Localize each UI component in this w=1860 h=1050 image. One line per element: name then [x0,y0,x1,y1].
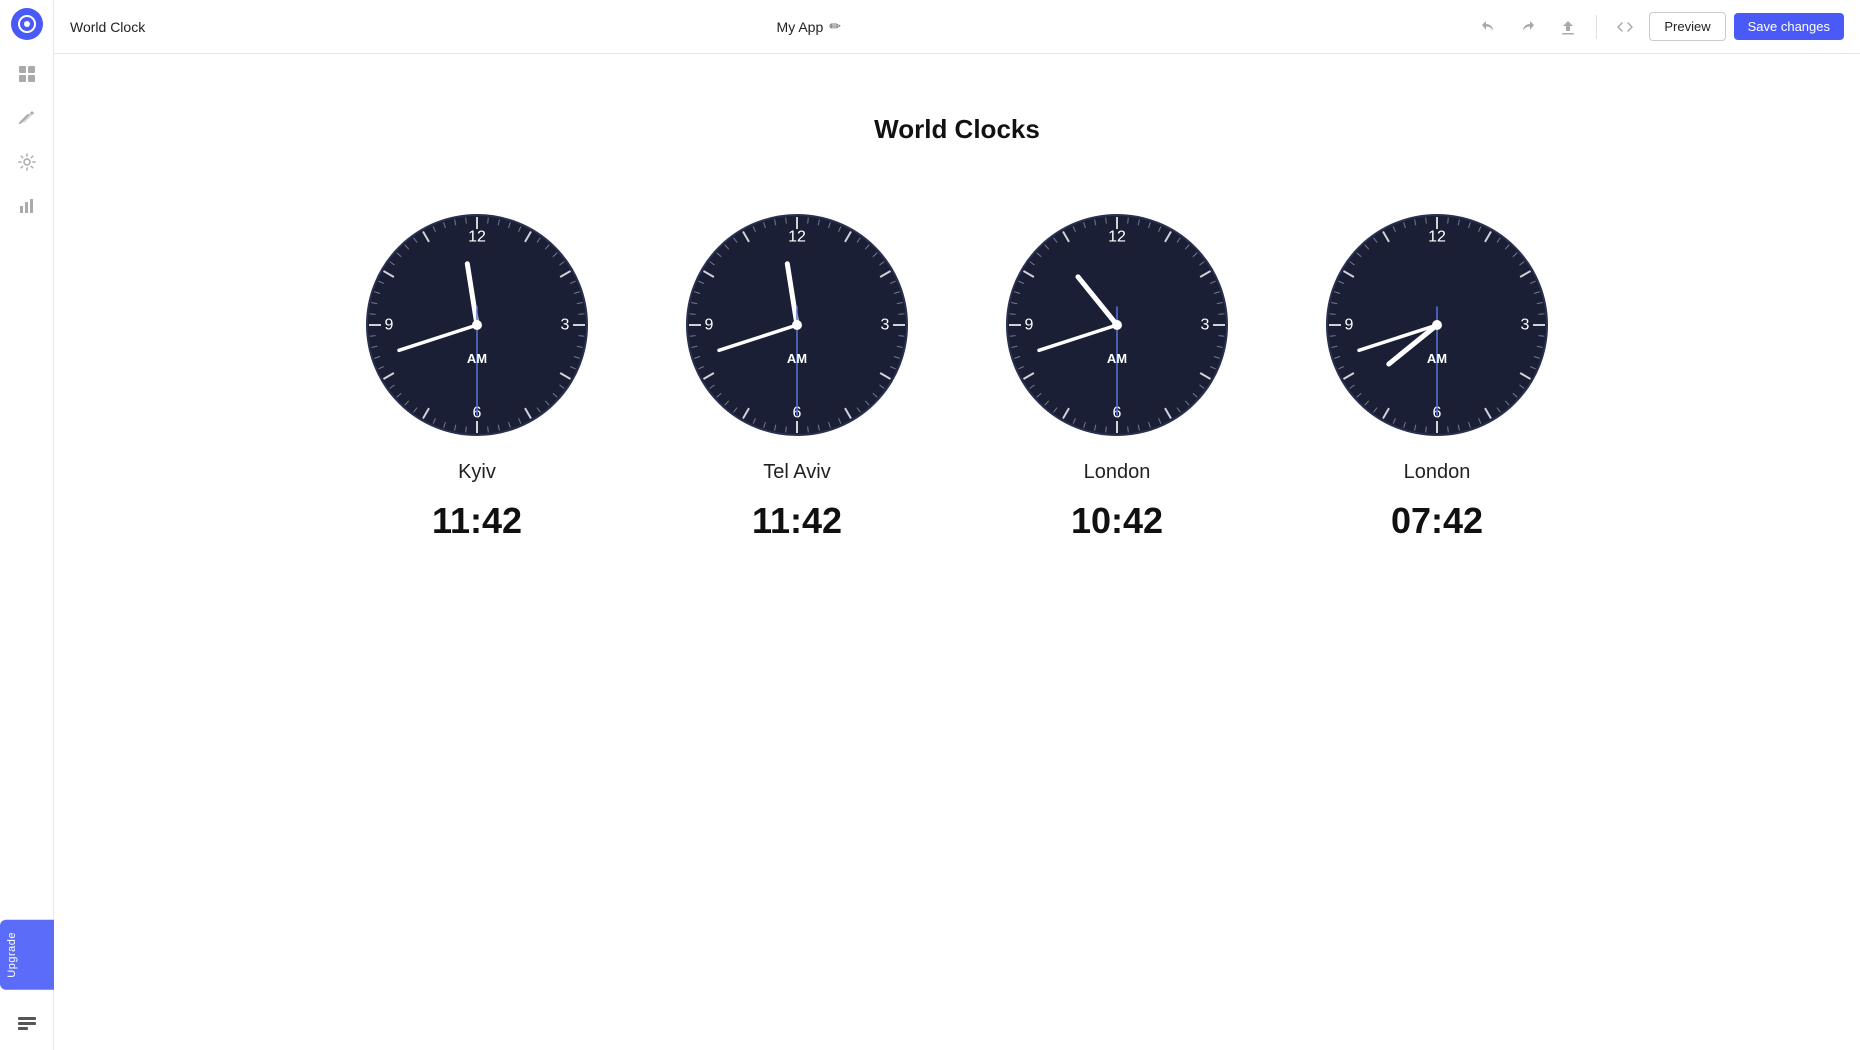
page-title: World Clocks [874,114,1040,145]
clock-city-2: London [1084,461,1151,484]
svg-text:AM: AM [1107,351,1127,366]
code-button[interactable] [1609,11,1641,43]
svg-text:12: 12 [788,229,806,246]
svg-text:3: 3 [881,317,890,334]
svg-text:9: 9 [385,317,394,334]
sidebar-item-settings[interactable] [9,144,45,180]
svg-text:12: 12 [468,229,486,246]
sidebar-item-tools[interactable] [9,100,45,136]
svg-text:3: 3 [561,317,570,334]
clock-time-2: 10:42 [1071,500,1163,542]
clock-face-3: 12369 AM [1317,205,1557,445]
clock-face-1: 12369 AM [677,205,917,445]
clocks-row: 12369 AM Kyiv11:42 12369 [357,205,1557,542]
app-title: World Clock [70,19,145,35]
svg-text:12: 12 [1108,229,1126,246]
header: World Clock My App ✏ [54,0,1860,54]
svg-text:3: 3 [1521,317,1530,334]
clock-city-1: Tel Aviv [763,461,830,484]
upgrade-button[interactable]: Upgrade [0,920,54,990]
undo-button[interactable] [1472,11,1504,43]
clock-city-3: London [1404,461,1471,484]
clock-time-3: 07:42 [1391,500,1483,542]
svg-text:9: 9 [1025,317,1034,334]
app-logo[interactable] [11,8,43,40]
save-changes-button[interactable]: Save changes [1734,13,1844,40]
sidebar: Upgrade [0,0,54,1050]
svg-text:12: 12 [1428,229,1446,246]
clock-item-1: 12369 AM Tel Aviv11:42 [677,205,917,542]
svg-text:AM: AM [1427,351,1447,366]
sidebar-bottom-icon[interactable] [9,1004,45,1040]
clock-item-3: 12369 AM London07:42 [1317,205,1557,542]
svg-text:9: 9 [705,317,714,334]
sidebar-item-dashboard[interactable] [9,56,45,92]
redo-button[interactable] [1512,11,1544,43]
svg-text:3: 3 [1201,317,1210,334]
project-name: My App [777,19,824,35]
app-title-text: World Clock [70,19,145,35]
header-divider [1596,15,1597,39]
clock-item-2: 12369 AM London10:42 [997,205,1237,542]
preview-button[interactable]: Preview [1649,12,1725,41]
svg-text:AM: AM [467,351,487,366]
clock-time-1: 11:42 [752,500,842,542]
clock-face-2: 12369 AM [997,205,1237,445]
edit-icon[interactable]: ✏ [829,18,841,35]
clock-time-0: 11:42 [432,500,522,542]
clock-item-0: 12369 AM Kyiv11:42 [357,205,597,542]
svg-text:AM: AM [787,351,807,366]
svg-text:9: 9 [1345,317,1354,334]
content-area: World Clocks 12369 AM Kyiv11:42 12369 [54,54,1860,1050]
main-area: World Clock My App ✏ [54,0,1860,1050]
header-center: My App ✏ [157,18,1460,35]
header-right: Preview Save changes [1472,11,1844,43]
publish-button[interactable] [1552,11,1584,43]
clock-city-0: Kyiv [458,461,496,484]
sidebar-item-analytics[interactable] [9,188,45,224]
clock-face-0: 12369 AM [357,205,597,445]
